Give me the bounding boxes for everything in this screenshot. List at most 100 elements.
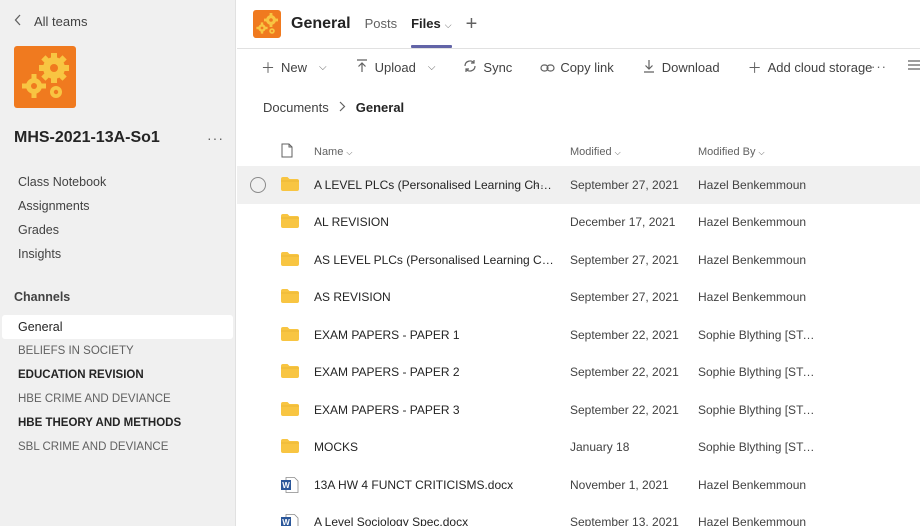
- file-name[interactable]: AS LEVEL PLCs (Personalised Learning Che…: [314, 253, 554, 267]
- tab-files[interactable]: Files ⌵: [411, 0, 453, 48]
- file-modified: December 17, 2021: [570, 215, 676, 230]
- breadcrumb-current: General: [355, 100, 405, 115]
- team-name-row: MHS-2021-13A-So1 ···: [14, 129, 224, 147]
- column-header-name[interactable]: Name ⌵: [314, 146, 352, 158]
- file-name[interactable]: 13A HW 4 FUNCT CRITICISMS.docx: [314, 478, 554, 492]
- upload-label: Upload: [374, 60, 416, 75]
- folder-icon: [281, 289, 299, 305]
- team-name: MHS-2021-13A-So1: [14, 129, 160, 146]
- file-modified: September 22, 2021: [570, 327, 679, 342]
- table-row[interactable]: W 13A HW 4 FUNCT CRITICISMS.docx November …: [237, 466, 920, 504]
- new-label: New: [281, 60, 308, 75]
- download-button[interactable]: Download: [642, 59, 720, 76]
- copy-link-button[interactable]: Copy link: [540, 60, 614, 76]
- table-row[interactable]: EXAM PAPERS - PAPER 2 September 22, 2021 S…: [237, 354, 920, 392]
- word-document-icon: W: [281, 476, 299, 493]
- channel-title: General: [291, 15, 351, 32]
- row-select-radio[interactable]: [250, 176, 266, 193]
- view-options-icon[interactable]: [908, 58, 920, 73]
- plus-icon: ＋: [747, 59, 762, 76]
- file-name[interactable]: EXAM PAPERS - PAPER 2: [314, 365, 554, 379]
- column-header-modified-by[interactable]: Modified By ⌵: [698, 146, 765, 158]
- file-modified-by: Sophie Blything [STAFF]: [698, 327, 818, 342]
- file-modified: September 13, 2021: [570, 515, 679, 526]
- nav-item-class-notebook[interactable]: Class Notebook: [18, 172, 106, 196]
- nav-item-insights[interactable]: Insights: [18, 244, 106, 268]
- file-name[interactable]: A Level Sociology Spec.docx: [314, 515, 554, 526]
- breadcrumb-documents[interactable]: Documents: [263, 100, 329, 115]
- tab-files-label: Files: [411, 16, 441, 31]
- file-name[interactable]: EXAM PAPERS - PAPER 3: [314, 403, 554, 417]
- nav-item-assignments[interactable]: Assignments: [18, 196, 106, 220]
- channel-item-hbe-theory-and-methods[interactable]: HBE THEORY AND METHODS: [2, 411, 233, 435]
- file-name[interactable]: EXAM PAPERS - PAPER 1: [314, 328, 554, 342]
- file-modified-by: Sophie Blything [STAFF]: [698, 402, 818, 417]
- file-name[interactable]: MOCKS: [314, 440, 554, 454]
- column-header-modified[interactable]: Modified ⌵: [570, 146, 621, 158]
- file-modified-by: Hazel Benkemmoun: [698, 177, 807, 192]
- channel-item-beliefs-in-society[interactable]: BELIEFS IN SOCIETY: [2, 339, 233, 363]
- file-modified: September 27, 2021: [570, 252, 679, 267]
- file-modified: September 22, 2021: [570, 402, 679, 417]
- table-body: A LEVEL PLCs (Personalised Learning Chec…: [237, 166, 920, 526]
- nav-item-grades[interactable]: Grades: [18, 220, 106, 244]
- link-icon: [540, 60, 555, 76]
- file-name[interactable]: A LEVEL PLCs (Personalised Learning Chec…: [314, 178, 554, 192]
- chevron-right-icon: [339, 101, 346, 115]
- channel-item-sbl-crime-and-deviance[interactable]: SBL CRIME AND DEVIANCE: [2, 435, 233, 459]
- team-logo[interactable]: [14, 46, 76, 108]
- table-row[interactable]: EXAM PAPERS - PAPER 3 September 22, 2021 S…: [237, 391, 920, 429]
- download-label: Download: [661, 60, 720, 75]
- column-modified-by-label: Modified By: [698, 146, 756, 158]
- sync-icon: [463, 59, 477, 76]
- breadcrumb: Documents General: [263, 100, 404, 115]
- sync-button[interactable]: Sync: [463, 59, 512, 76]
- channel-header: General Posts Files ⌵ +: [237, 0, 920, 48]
- chevron-down-icon: ⌵: [319, 62, 327, 73]
- folder-icon: [281, 326, 299, 343]
- upload-button[interactable]: Upload ⌵: [355, 59, 435, 76]
- add-cloud-storage-button[interactable]: ＋ Add cloud storage: [748, 58, 873, 78]
- file-type-header-icon[interactable]: [281, 143, 293, 161]
- row-more-options-icon[interactable]: ···: [530, 178, 545, 192]
- file-modified-by: Hazel Benkemmoun: [698, 252, 807, 267]
- channel-item-hbe-crime-and-deviance[interactable]: HBE CRIME AND DEVIANCE: [2, 387, 233, 411]
- table-row[interactable]: AS REVISION September 27, 2021 Hazel Benke…: [237, 279, 920, 317]
- team-more-options-icon[interactable]: ···: [207, 130, 224, 146]
- file-modified-by: Hazel Benkemmoun: [698, 290, 807, 305]
- chevron-down-icon: ⌵: [444, 20, 452, 30]
- table-row[interactable]: AS LEVEL PLCs (Personalised Learning Che…: [237, 241, 920, 279]
- file-modified: November 1, 2021: [570, 477, 669, 492]
- tab-posts[interactable]: Posts: [365, 0, 398, 48]
- file-name[interactable]: AL REVISION: [314, 215, 554, 229]
- table-row[interactable]: A LEVEL PLCs (Personalised Learning Chec…: [237, 166, 920, 204]
- chevron-left-icon: [14, 13, 24, 29]
- channel-item-education-revision[interactable]: EDUCATION REVISION: [2, 363, 233, 387]
- table-header: Name ⌵ Modified ⌵ Modified By ⌵: [237, 138, 920, 166]
- file-modified: January 18: [570, 440, 630, 455]
- channel-list: General BELIEFS IN SOCIETY EDUCATION REV…: [2, 315, 233, 459]
- all-teams-back-link[interactable]: All teams: [14, 13, 87, 29]
- toolbar-more-icon[interactable]: ···: [871, 59, 887, 74]
- file-modified-by: Hazel Benkemmoun: [698, 477, 807, 492]
- table-row[interactable]: W A Level Sociology Spec.docx September 13…: [237, 504, 920, 526]
- file-modified: September 27, 2021: [570, 177, 679, 192]
- svg-text:W: W: [282, 518, 290, 526]
- channel-item-general[interactable]: General: [2, 315, 233, 339]
- table-row[interactable]: EXAM PAPERS - PAPER 1 September 22, 2021 S…: [237, 316, 920, 354]
- file-modified-by: Hazel Benkemmoun: [698, 215, 807, 230]
- file-modified-by: Hazel Benkemmoun: [698, 515, 807, 526]
- new-button[interactable]: ＋ New ⌵: [261, 58, 327, 78]
- file-name[interactable]: AS REVISION: [314, 290, 554, 304]
- files-table: Name ⌵ Modified ⌵ Modified By ⌵ A LEVEL PLC…: [237, 138, 920, 526]
- add-tab-button[interactable]: +: [466, 13, 478, 36]
- column-name-label: Name: [314, 146, 344, 158]
- channel-team-icon: [253, 10, 281, 38]
- column-modified-label: Modified: [570, 146, 612, 158]
- file-modified: September 22, 2021: [570, 365, 679, 380]
- copy-link-label: Copy link: [560, 60, 614, 75]
- channel-main: General Posts Files ⌵ + ＋ New ⌵ Upload ⌵ …: [237, 0, 920, 526]
- table-row[interactable]: AL REVISION December 17, 2021 Hazel Benkem…: [237, 204, 920, 242]
- table-row[interactable]: MOCKS January 18 Sophie Blything [STAFF]: [237, 429, 920, 467]
- chevron-down-icon: ⌵: [614, 148, 621, 157]
